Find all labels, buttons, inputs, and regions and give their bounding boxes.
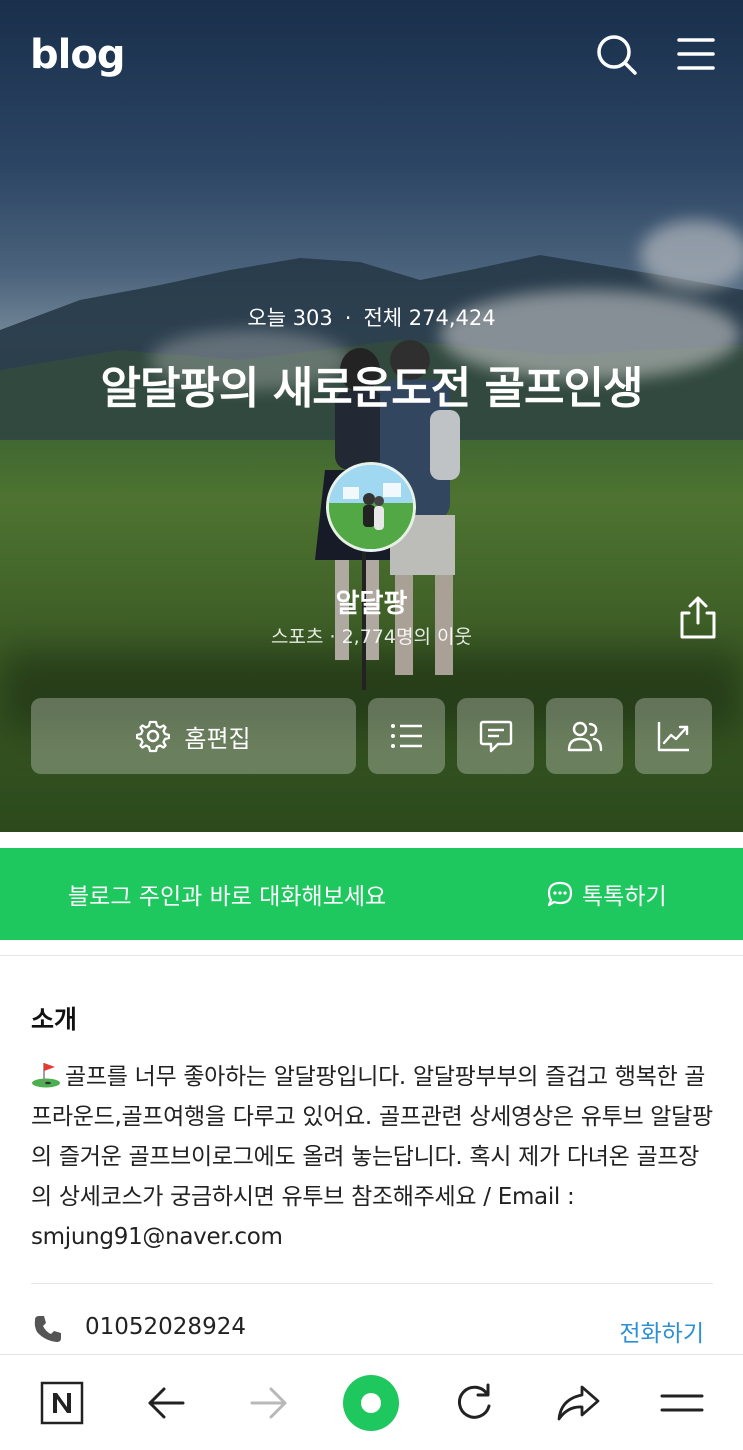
forward-arrow-icon xyxy=(250,1387,287,1419)
talk-action-button[interactable]: 톡톡하기 xyxy=(546,877,667,911)
neighbors-button[interactable] xyxy=(546,698,623,774)
refresh-icon xyxy=(457,1383,491,1419)
comment-icon xyxy=(479,720,512,753)
share-arrow-icon xyxy=(557,1385,600,1421)
statistics-button[interactable] xyxy=(635,698,712,774)
menu-button[interactable] xyxy=(656,1377,708,1429)
section-divider xyxy=(0,955,743,956)
browser-navbar xyxy=(0,1354,743,1450)
chat-bubble-icon xyxy=(547,881,573,907)
guestbook-button[interactable] xyxy=(457,698,534,774)
talk-message: 블로그 주인과 바로 대화해보세요 xyxy=(68,884,387,910)
golf-flag-icon xyxy=(32,1063,60,1088)
menu-lines-icon xyxy=(660,1394,704,1412)
blog-category-neighbors[interactable]: 스포츠 · 2,774명의 이웃 xyxy=(0,622,743,649)
stats-icon xyxy=(657,722,689,752)
naver-home-button[interactable] xyxy=(36,1377,88,1429)
home-edit-button[interactable]: 홈편집 xyxy=(31,698,356,774)
talk-action-label: 톡톡하기 xyxy=(582,884,667,910)
refresh-button[interactable] xyxy=(448,1377,500,1429)
menu-icon[interactable] xyxy=(672,30,720,78)
back-arrow-icon xyxy=(148,1387,185,1419)
blog-title: 알달팡의 새로운도전 골프인생 xyxy=(100,363,644,414)
avatar-photo xyxy=(329,465,413,549)
stats-separator: · xyxy=(344,306,352,330)
blog-logo[interactable]: blog xyxy=(30,32,125,78)
intro-body-text: 골프를 너무 좋아하는 알달팡입니다. 알달팡부부의 즐겁고 행복한 골프라운드… xyxy=(31,1064,713,1250)
green-home-icon xyxy=(343,1375,399,1431)
search-icon[interactable] xyxy=(592,30,640,78)
total-count: 전체 274,424 xyxy=(363,306,496,330)
share-button[interactable] xyxy=(552,1377,604,1429)
gear-icon xyxy=(136,720,171,753)
post-list-button[interactable] xyxy=(368,698,445,774)
today-count: 오늘 303 xyxy=(247,306,333,330)
intro-heading: 소개 xyxy=(31,1005,78,1034)
intro-text: 골프를 너무 좋아하는 알달팡입니다. 알달팡부부의 즐겁고 행복한 골프라운드… xyxy=(31,1057,716,1257)
phone-row: 01052028924 전화하기 xyxy=(31,1310,713,1350)
talk-banner[interactable]: 블로그 주인과 바로 대화해보세요 톡톡하기 xyxy=(0,848,743,940)
neighbors-icon xyxy=(567,721,602,752)
green-home-button[interactable] xyxy=(342,1374,400,1432)
phone-number: 01052028924 xyxy=(85,1314,246,1340)
naver-n-icon xyxy=(40,1381,84,1425)
forward-button[interactable] xyxy=(243,1377,295,1429)
intro-separator xyxy=(31,1283,713,1284)
share-icon[interactable] xyxy=(676,595,720,641)
list-icon xyxy=(390,724,422,748)
phone-icon xyxy=(34,1316,61,1342)
back-button[interactable] xyxy=(140,1377,192,1429)
avatar[interactable] xyxy=(326,462,416,552)
home-edit-label: 홈편집 xyxy=(184,724,251,753)
visitor-stats: 오늘 303 · 전체 274,424 xyxy=(0,302,743,332)
blog-nickname: 알달팡 xyxy=(335,589,408,619)
call-button[interactable]: 전화하기 xyxy=(619,1314,704,1348)
